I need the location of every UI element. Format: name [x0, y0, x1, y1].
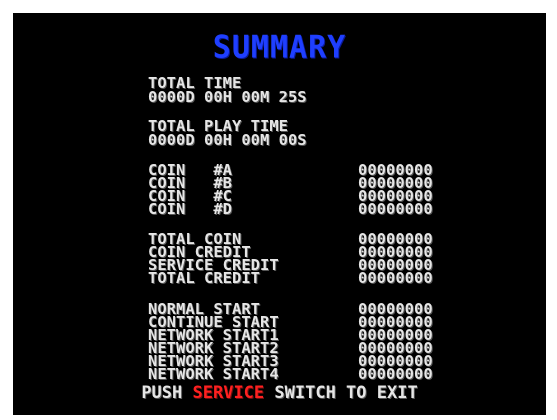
exit-instruction: PUSH SERVICE SWITCH TO EXIT [13, 385, 546, 402]
footer-suffix: SWITCH TO EXIT [264, 383, 418, 403]
service-highlight: SERVICE [192, 383, 265, 403]
total-credit-label: TOTAL CREDIT [148, 269, 260, 287]
coin-d-value: 00000000 [358, 200, 433, 218]
total-credit-value: 00000000 [358, 269, 433, 287]
summary-screen: SUMMARY TOTAL TIME 0000D 00H 00M 25S TOT… [13, 13, 546, 415]
coin-d-label: COIN #D [148, 200, 232, 218]
total-play-time-value: 0000D 00H 00M 00S [148, 131, 307, 149]
network-start4-value: 00000000 [358, 365, 433, 383]
footer-prefix: PUSH [141, 383, 193, 403]
network-start4-label: NETWORK START4 [148, 365, 279, 383]
total-time-value: 0000D 00H 00M 25S [148, 88, 307, 106]
page-title: SUMMARY [212, 29, 347, 66]
